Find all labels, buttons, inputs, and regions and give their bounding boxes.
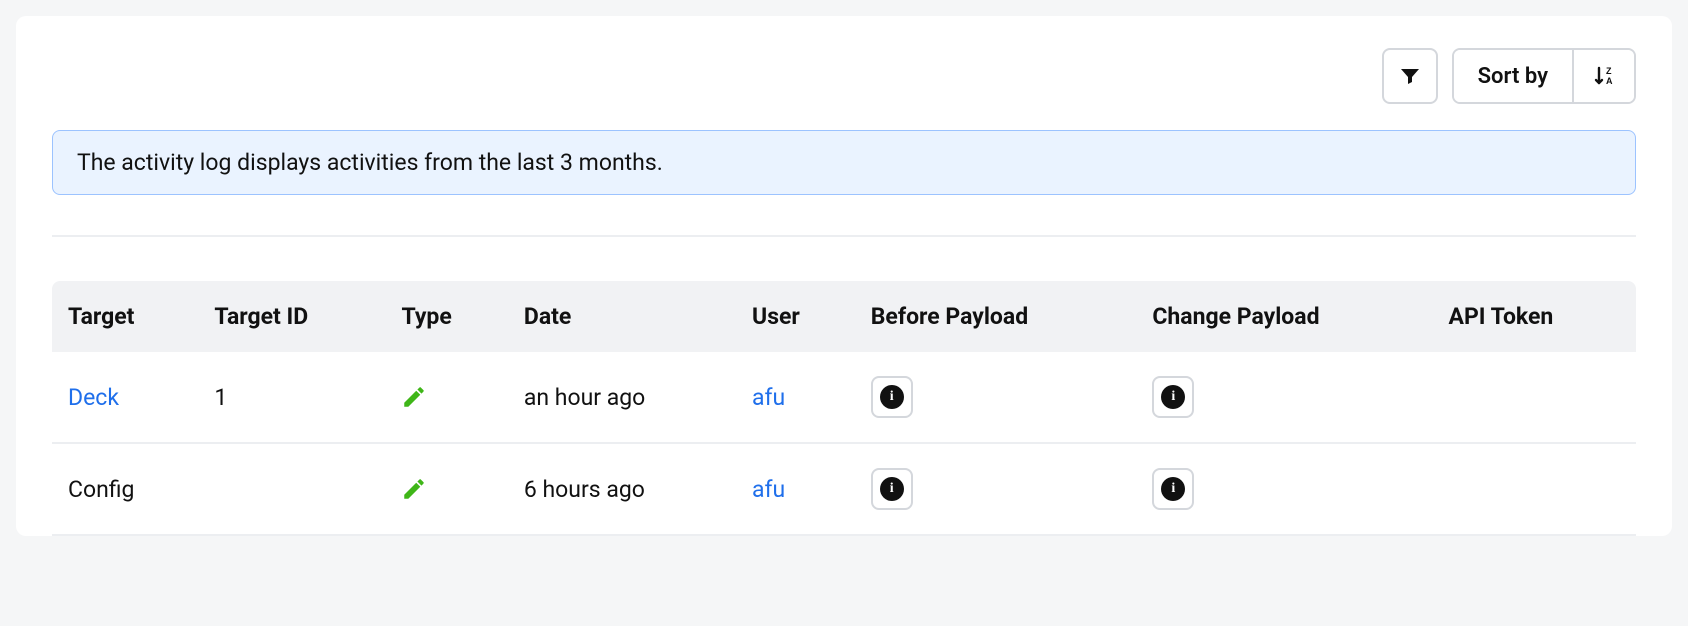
col-change-payload: Change Payload (1136, 281, 1432, 352)
activity-table-wrap: Target Target ID Type Date User Before P… (52, 281, 1636, 536)
before-payload-cell: i (855, 444, 1137, 536)
target-id-cell (198, 444, 385, 536)
svg-text:A: A (1606, 76, 1613, 86)
svg-text:Z: Z (1606, 66, 1612, 76)
table-row: Config 6 hours ago afu i i (52, 444, 1636, 536)
activity-table: Target Target ID Type Date User Before P… (52, 281, 1636, 536)
target-id-cell: 1 (198, 352, 385, 444)
api-token-cell (1433, 444, 1636, 536)
col-target: Target (52, 281, 198, 352)
col-user: User (736, 281, 855, 352)
info-icon: i (1161, 385, 1185, 409)
type-cell (385, 444, 507, 536)
sort-by-label: Sort by (1478, 64, 1548, 89)
change-payload-info-button[interactable]: i (1152, 468, 1194, 510)
before-payload-info-button[interactable]: i (871, 376, 913, 418)
col-api-token: API Token (1433, 281, 1636, 352)
user-cell[interactable]: afu (752, 476, 785, 503)
info-icon: i (1161, 477, 1185, 501)
before-payload-info-button[interactable]: i (871, 468, 913, 510)
target-cell[interactable]: Deck (68, 384, 119, 411)
sort-direction-button[interactable]: Z A (1572, 50, 1634, 102)
filter-button[interactable] (1382, 48, 1438, 104)
date-cell: 6 hours ago (508, 444, 736, 536)
api-token-cell (1433, 352, 1636, 444)
pencil-icon (401, 384, 491, 410)
change-payload-cell: i (1136, 444, 1432, 536)
type-cell (385, 352, 507, 444)
sort-by-button[interactable]: Sort by (1454, 50, 1572, 102)
divider (52, 235, 1636, 237)
info-alert: The activity log displays activities fro… (52, 130, 1636, 195)
target-cell: Config (68, 476, 134, 503)
before-payload-cell: i (855, 352, 1137, 444)
col-type: Type (385, 281, 507, 352)
info-icon: i (880, 477, 904, 501)
pencil-icon (401, 476, 491, 502)
info-alert-text: The activity log displays activities fro… (77, 149, 663, 176)
sort-za-icon: Z A (1592, 64, 1616, 88)
table-header-row: Target Target ID Type Date User Before P… (52, 281, 1636, 352)
info-icon: i (880, 385, 904, 409)
sort-button-group: Sort by Z A (1452, 48, 1636, 104)
date-cell: an hour ago (508, 352, 736, 444)
col-date: Date (508, 281, 736, 352)
change-payload-info-button[interactable]: i (1152, 376, 1194, 418)
filter-icon (1398, 64, 1422, 88)
col-target-id: Target ID (198, 281, 385, 352)
col-before-payload: Before Payload (855, 281, 1137, 352)
change-payload-cell: i (1136, 352, 1432, 444)
user-cell[interactable]: afu (752, 384, 785, 411)
activity-log-card: Sort by Z A The activity log displays ac… (16, 16, 1672, 536)
toolbar: Sort by Z A (52, 40, 1636, 104)
table-row: Deck 1 an hour ago afu i i (52, 352, 1636, 444)
